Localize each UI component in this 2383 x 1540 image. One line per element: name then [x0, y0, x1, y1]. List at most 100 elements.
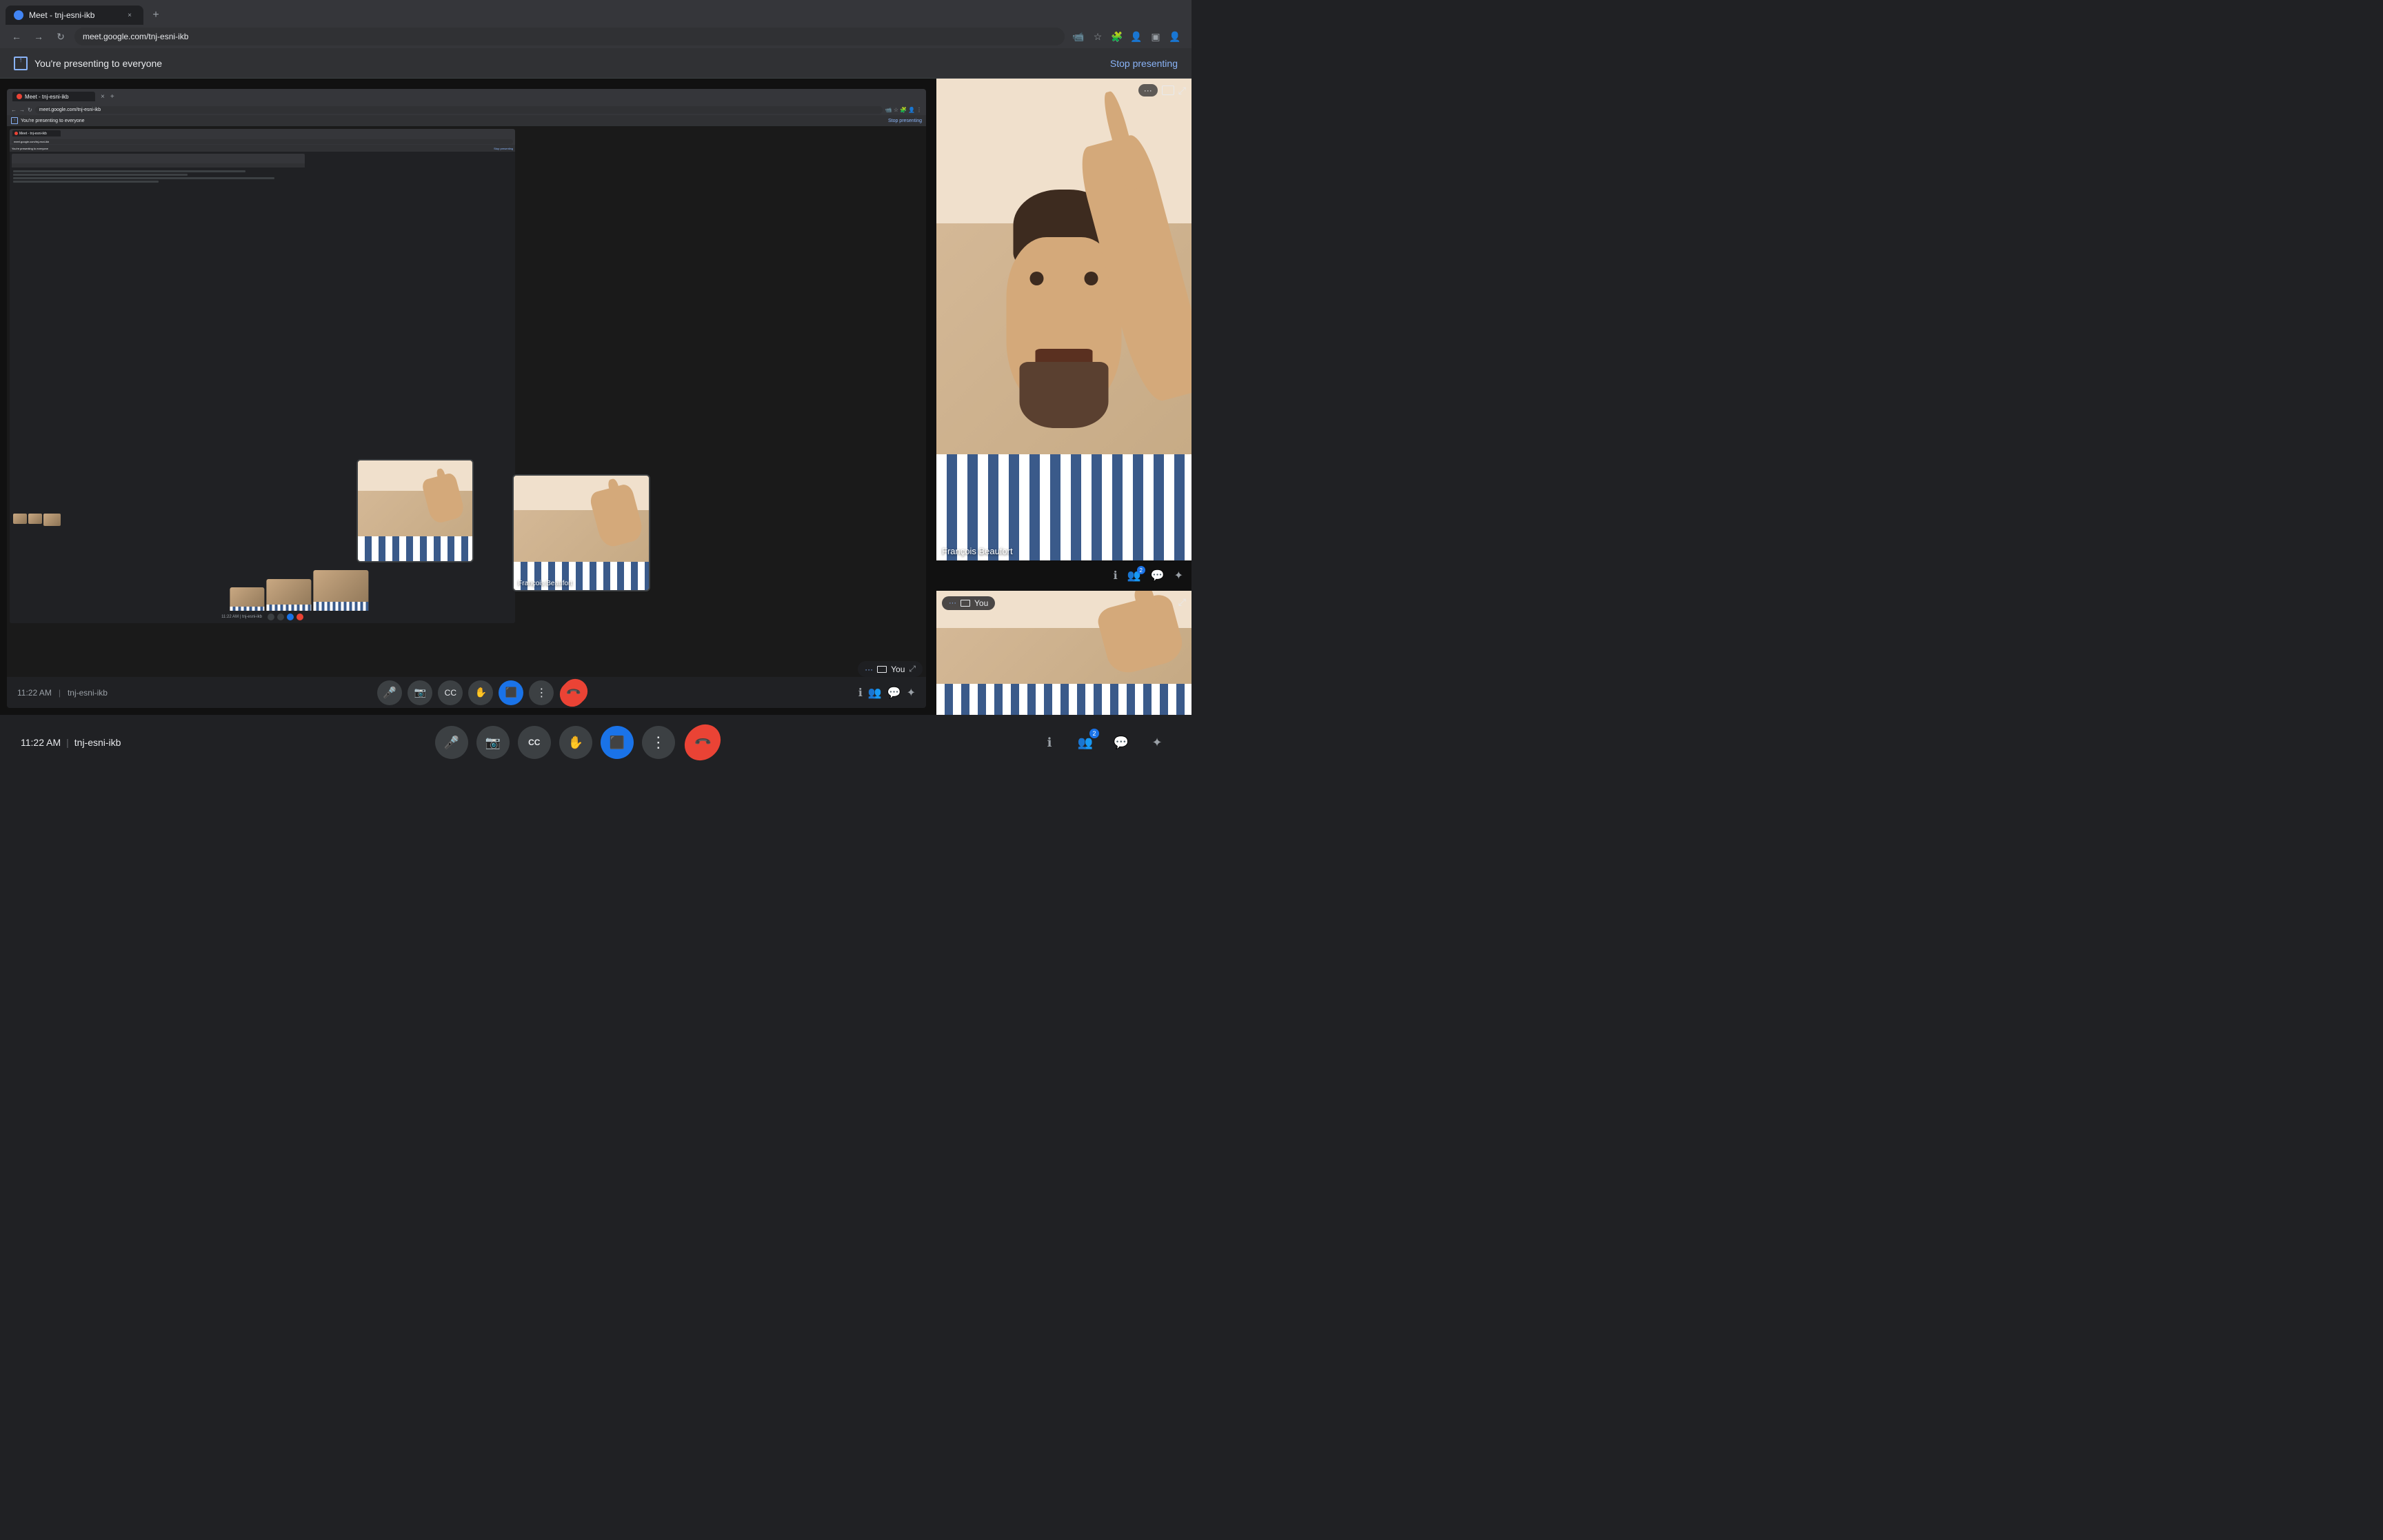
- bookmark-icon[interactable]: ☆: [1089, 28, 1106, 45]
- strip-activities-icon[interactable]: ✦: [1174, 569, 1183, 582]
- nested-icon-ext: 🧩: [900, 107, 907, 113]
- nested-thumb-3-3: [43, 514, 61, 526]
- present-icon: [14, 57, 28, 70]
- nested-thumb-2-2: [266, 579, 311, 615]
- shared-mic-btn[interactable]: 🎤: [377, 680, 402, 705]
- split-view-icon[interactable]: ▣: [1147, 28, 1164, 45]
- strip-people-icon[interactable]: 👥 2: [1127, 569, 1141, 582]
- reload-button[interactable]: ↻: [52, 28, 69, 45]
- shared-cc-btn[interactable]: CC: [438, 680, 463, 705]
- expand-francois-icon[interactable]: ⤢: [1178, 85, 1186, 97]
- you-expand-icon[interactable]: ⤢: [1178, 596, 1186, 608]
- code-line-3: [13, 177, 274, 179]
- you-pill-badge: ··· You ⤢: [858, 661, 923, 677]
- nested-ctrl-2-end: [296, 614, 303, 620]
- cast-icon[interactable]: 📹: [1070, 28, 1087, 45]
- profile-icon[interactable]: 👤: [1128, 28, 1145, 45]
- notification-text: You're presenting to everyone: [34, 58, 1110, 69]
- shared-end-btn[interactable]: 📞: [555, 673, 593, 708]
- nested-addr-bar-1: ← → ↻ meet.google.com/tnj-esni-ikb 📹 ☆ 🧩…: [7, 104, 926, 115]
- nested-addr-bar-2: meet.google.com/tnj-esni-ikb: [10, 138, 515, 145]
- nested-notif-text-2: You're presenting to everyone: [12, 147, 48, 150]
- meeting-info: 11:22 AM | tnj-esni-ikb: [21, 737, 121, 748]
- meeting-time: 11:22 AM: [21, 737, 61, 748]
- account-icon[interactable]: 👤: [1167, 28, 1183, 45]
- chat-right-button[interactable]: 💬: [1107, 729, 1135, 756]
- stop-presenting-button[interactable]: Stop presenting: [1110, 58, 1178, 69]
- shared-chat-icon[interactable]: 💬: [887, 686, 901, 700]
- nested-time-2: 11:22 AM | tnj-esni-ikb: [221, 615, 262, 619]
- strip-chat-icon[interactable]: 💬: [1151, 569, 1165, 582]
- captions-button[interactable]: CC: [518, 726, 551, 759]
- nested-toolbar-2: 11:22 AM | tnj-esni-ikb: [10, 611, 515, 623]
- code-line-4: [13, 181, 159, 183]
- shared-meeting-id: tnj-esni-ikb: [68, 688, 108, 698]
- shared-activities-icon[interactable]: ✦: [907, 686, 916, 700]
- francois-label-main: François Beaufort: [942, 546, 1013, 556]
- info-right-button[interactable]: ℹ: [1036, 729, 1063, 756]
- nested-back-1[interactable]: ←: [11, 107, 17, 113]
- you-badge: ··· You: [942, 596, 995, 610]
- shared-present-btn[interactable]: ⬛: [499, 680, 523, 705]
- tab-close-button[interactable]: ×: [124, 10, 135, 21]
- you-pill-screen-icon: [877, 666, 887, 673]
- nested-notif-2: You're presenting to everyone Stop prese…: [10, 145, 515, 152]
- shared-screen-preview: Meet - tnj-esni-ikb × + ← → ↻ meet.googl…: [7, 89, 926, 708]
- presenting-notification: You're presenting to everyone Stop prese…: [0, 48, 1192, 79]
- nested-level-3: [12, 154, 305, 531]
- new-tab-button[interactable]: +: [146, 6, 165, 25]
- mic-button[interactable]: 🎤: [435, 726, 468, 759]
- options-dots-icon: ···: [1144, 85, 1152, 95]
- nested-browser-bar-2: Meet - tnj-esni-ikb: [10, 129, 515, 138]
- shared-more-btn[interactable]: ⋮: [529, 680, 554, 705]
- shared-hand-btn[interactable]: ✋: [468, 680, 493, 705]
- forward-button[interactable]: →: [30, 28, 47, 45]
- nested-tab-1: Meet - tnj-esni-ikb: [12, 92, 95, 101]
- nested-browser-bar-1: Meet - tnj-esni-ikb × +: [7, 89, 926, 104]
- code-line-1: [13, 170, 245, 172]
- nested-ctrl-2-1: [268, 614, 274, 620]
- nested-new-tab-1[interactable]: +: [110, 93, 114, 101]
- participant-strip: François Beaufort ··· ⤢ ℹ 👥 2 💬 ✦: [936, 79, 1192, 715]
- nested-video-row-3: [13, 514, 61, 526]
- camera-button[interactable]: 📷: [476, 726, 510, 759]
- back-button[interactable]: ←: [8, 28, 25, 45]
- meeting-separator: |: [66, 737, 69, 748]
- meeting-id: tnj-esni-ikb: [74, 737, 121, 748]
- nested-code-3: [12, 168, 305, 185]
- raise-hand-button[interactable]: ✋: [559, 726, 592, 759]
- tab-bar: Meet - tnj-esni-ikb × +: [0, 0, 1192, 25]
- francois-options-badge[interactable]: ···: [1138, 84, 1158, 97]
- francois-tile-options: ··· ⤢: [1138, 84, 1186, 97]
- shared-bottom-bar: 11:22 AM | tnj-esni-ikb 🎤 📷 CC ✋ ⬛ ⋮ 📞: [7, 677, 926, 708]
- nested-forward-1[interactable]: →: [19, 107, 25, 113]
- francois-mid-tile-2: François Beaufort: [512, 474, 650, 591]
- more-options-button[interactable]: ⋮: [642, 726, 675, 759]
- francois-beard-main: [1019, 362, 1109, 428]
- nested-stop-1[interactable]: Stop presenting: [888, 119, 922, 123]
- nested-content-1: Meet - tnj-esni-ikb meet.google.com/tnj-…: [7, 126, 926, 708]
- address-bar: ← → ↻ meet.google.com/tnj-esni-ikb 📹 ☆ 🧩…: [0, 25, 1192, 48]
- you-pill-expand[interactable]: ⤢: [909, 664, 916, 674]
- you-badge-screen-icon: [961, 600, 970, 607]
- end-call-button[interactable]: 📞: [677, 717, 728, 768]
- people-right-button[interactable]: 👥 2: [1072, 729, 1099, 756]
- activities-right-button[interactable]: ✦: [1143, 729, 1171, 756]
- url-bar[interactable]: meet.google.com/tnj-esni-ikb: [74, 28, 1065, 45]
- shared-people-icon[interactable]: 👥: [868, 686, 882, 700]
- extensions-icon[interactable]: 🧩: [1109, 28, 1125, 45]
- shared-time: 11:22 AM: [17, 688, 52, 698]
- nested-reload-1[interactable]: ↻: [28, 107, 32, 113]
- nested-more-1[interactable]: ⋮: [916, 107, 922, 113]
- nested-close-1[interactable]: ×: [101, 93, 105, 101]
- present-button[interactable]: ⬛: [601, 726, 634, 759]
- francois-mid-tile-1: [356, 459, 474, 563]
- people-count-badge: 2: [1137, 566, 1145, 574]
- shared-cam-btn[interactable]: 📷: [408, 680, 432, 705]
- strip-info-icon[interactable]: ℹ: [1114, 569, 1118, 582]
- active-tab[interactable]: Meet - tnj-esni-ikb ×: [6, 6, 143, 25]
- shared-info-icon[interactable]: ℹ: [858, 686, 863, 700]
- nested-present-icon-1: ↑: [11, 117, 18, 124]
- shared-right-icons: ℹ 👥 💬 ✦: [858, 686, 916, 700]
- nested-browser-bar-3: [12, 154, 305, 159]
